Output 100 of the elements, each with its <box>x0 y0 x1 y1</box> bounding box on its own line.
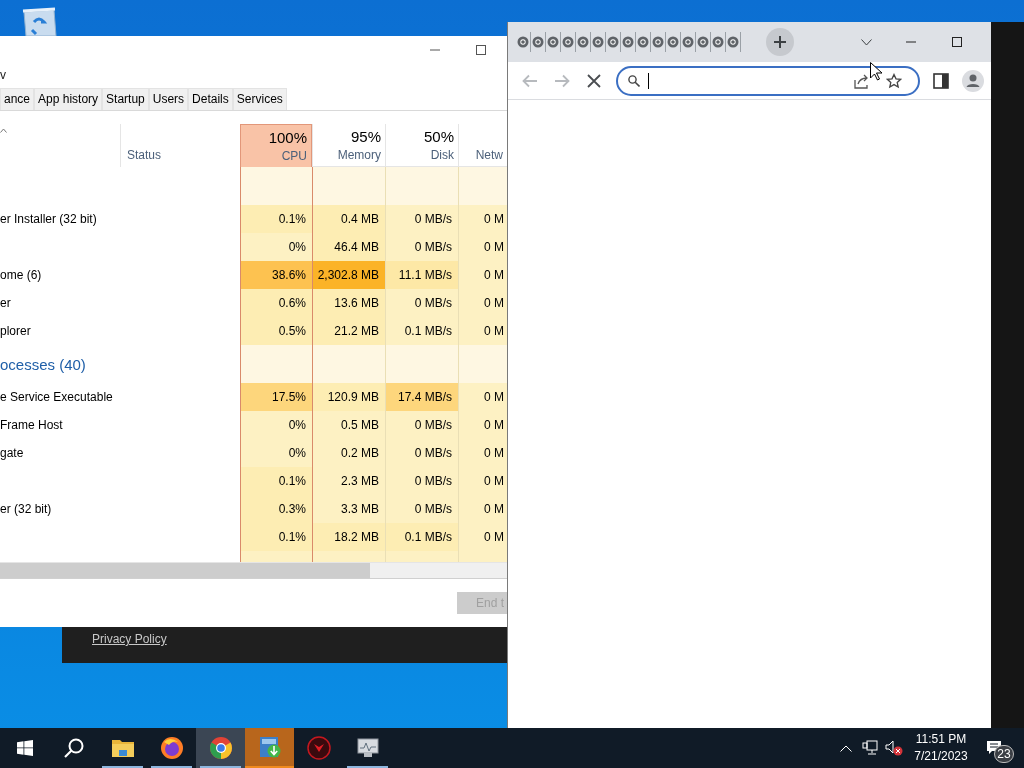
table-cell: 0.1% <box>240 523 312 551</box>
browser-tab[interactable] <box>621 32 636 52</box>
table-cell: 0.4 MB <box>312 205 385 233</box>
plus-icon <box>774 36 786 48</box>
table-cell: 0.5 MB <box>312 411 385 439</box>
table-cell: 46.4 MB <box>312 233 385 261</box>
table-cell: 0 M <box>458 205 507 233</box>
favicon-icon <box>607 36 619 48</box>
table-cell: 0 MB/s <box>385 411 458 439</box>
table-cell: 0 MB/s <box>385 205 458 233</box>
column-label: Netw <box>475 148 503 162</box>
forward-arrow-icon <box>554 72 570 89</box>
table-cell: 0 MB/s <box>385 495 458 523</box>
privacy-link[interactable]: Privacy Policy <box>92 632 167 646</box>
new-tab-button[interactable] <box>766 28 794 56</box>
tab[interactable]: ance <box>0 88 35 110</box>
browser-tab[interactable] <box>726 32 741 52</box>
browser-tab[interactable] <box>516 32 531 52</box>
tab[interactable]: App history <box>34 88 103 110</box>
favicon-icon <box>547 36 559 48</box>
table-cell: 17.4 MB/s <box>385 383 458 411</box>
process-name[interactable]: e Service Executable <box>0 390 113 404</box>
windows-logo-icon[interactable] <box>16 740 33 756</box>
scrollbar-thumb[interactable] <box>0 563 370 578</box>
table-cell: 0 M <box>458 289 507 317</box>
table-cell: 2.3 MB <box>312 467 385 495</box>
usage-percent: 100% <box>268 129 307 146</box>
favicon-icon <box>592 36 604 48</box>
usage-percent: 95% <box>350 128 381 145</box>
table-cell: 18.2 MB <box>312 523 385 551</box>
table-cell: 0% <box>240 439 312 467</box>
browser-tab[interactable] <box>696 32 711 52</box>
favicon-icon <box>697 36 709 48</box>
table-cell: 0 M <box>458 233 507 261</box>
column-header[interactable]: 100% CPU <box>240 124 312 167</box>
search-icon[interactable] <box>63 738 84 758</box>
table-cell: 0.5% <box>240 317 312 345</box>
favicon-icon <box>562 36 574 48</box>
table-cell: 21.2 MB <box>312 317 385 345</box>
notification-button[interactable]: 23 <box>976 728 1012 768</box>
process-name[interactable]: er (32 bit) <box>0 502 52 516</box>
table-cell: 0 M <box>458 495 507 523</box>
browser-tab[interactable] <box>711 32 726 52</box>
column-header[interactable]: Status <box>127 148 162 162</box>
circle-emblem-icon <box>306 736 331 760</box>
table-cell: 0.1% <box>240 205 312 233</box>
process-name[interactable]: plorer <box>0 324 31 338</box>
tab[interactable]: Details <box>188 88 233 110</box>
table-cell: 0 M <box>458 383 507 411</box>
process-name[interactable]: gate <box>0 446 24 460</box>
tab[interactable]: Startup <box>102 88 149 110</box>
chrome-logo-icon <box>208 736 233 760</box>
column-label: CPU <box>281 149 307 163</box>
search-icon <box>628 74 640 87</box>
table-cell: 0% <box>240 233 312 261</box>
favicon-icon <box>727 36 739 48</box>
side-panel-icon <box>933 72 949 89</box>
cursor-icon <box>870 62 882 81</box>
clock[interactable]: 11:51 PM 7/21/2023 <box>910 728 972 768</box>
browser-tab[interactable] <box>561 32 576 52</box>
browser-tab[interactable] <box>681 32 696 52</box>
address-bar[interactable] <box>616 65 920 96</box>
menu-item[interactable]: v <box>0 68 6 82</box>
table-cell: 0 M <box>458 261 507 289</box>
table-cell: 0 MB/s <box>385 289 458 317</box>
table-cell: 0 M <box>458 439 507 467</box>
browser-tab[interactable] <box>666 32 681 52</box>
tab[interactable]: Users <box>148 88 189 110</box>
table-cell: 38.6% <box>240 261 312 289</box>
browser-tab[interactable] <box>606 32 621 52</box>
chevron-up-icon <box>840 744 852 752</box>
tab[interactable]: Services <box>232 88 287 110</box>
table-cell: 2,302.8 MB <box>312 261 385 289</box>
maximize-icon <box>952 37 962 47</box>
process-name[interactable]: er <box>0 296 11 310</box>
favicon-icon <box>532 36 544 48</box>
table-cell: 0.3% <box>240 495 312 523</box>
browser-tab[interactable] <box>531 32 546 52</box>
share-icon <box>854 72 870 89</box>
network-icon <box>862 740 878 756</box>
favicon-icon <box>577 36 589 48</box>
back-arrow-icon <box>522 72 538 89</box>
star-icon <box>886 72 902 89</box>
table-cell: 0 MB/s <box>385 439 458 467</box>
browser-tab[interactable] <box>636 32 651 52</box>
download-box-icon <box>257 735 282 759</box>
text-cursor <box>648 72 649 89</box>
table-cell: 0 MB/s <box>385 233 458 261</box>
taskbar-app[interactable] <box>196 728 245 768</box>
browser-tab[interactable] <box>651 32 666 52</box>
browser-tab[interactable] <box>576 32 591 52</box>
person-icon <box>962 69 984 92</box>
browser-tab[interactable] <box>546 32 561 52</box>
browser-tab[interactable] <box>591 32 606 52</box>
horizontal-scrollbar[interactable] <box>0 562 507 578</box>
process-name[interactable]: Frame Host <box>0 418 63 432</box>
favicon-icon <box>517 36 529 48</box>
process-name[interactable]: er Installer (32 bit) <box>0 212 97 226</box>
process-name[interactable]: ome (6) <box>0 268 42 282</box>
table-cell: 13.6 MB <box>312 289 385 317</box>
